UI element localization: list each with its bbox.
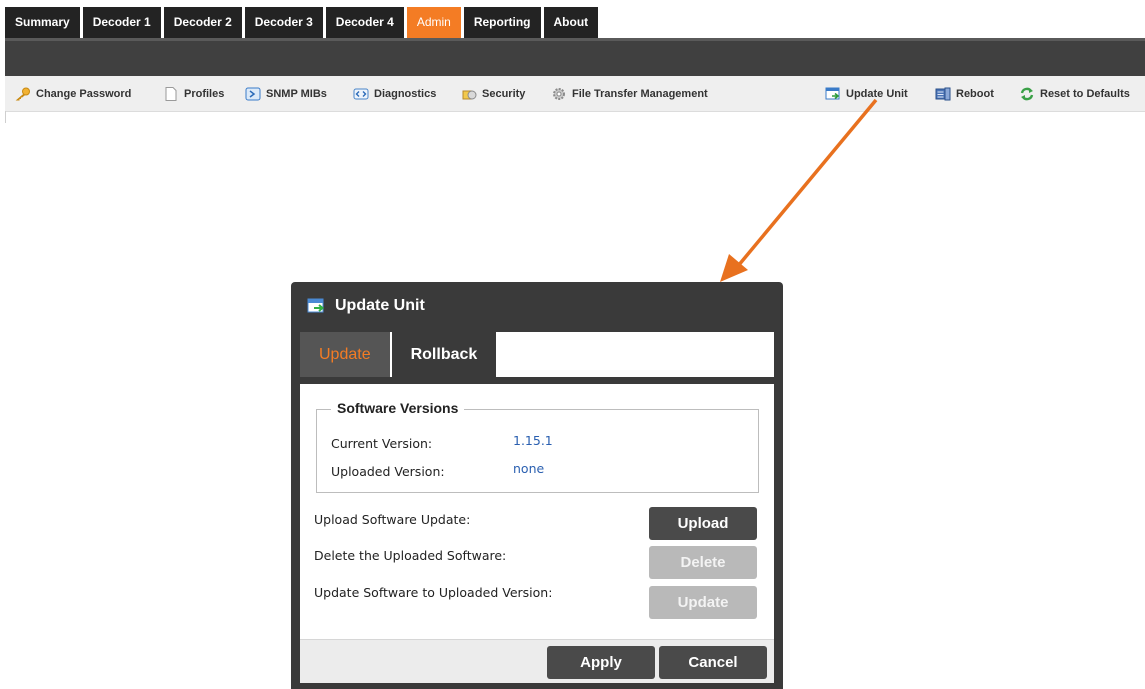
software-versions-group: Software Versions Current Version: 1.15.… (316, 400, 759, 493)
update-label: Update Software to Uploaded Version: (314, 585, 553, 600)
file-transfer-label: File Transfer Management (572, 88, 708, 100)
profiles-label: Profiles (184, 88, 225, 100)
tab-rollback[interactable]: Rollback (391, 332, 497, 377)
reboot-link[interactable]: Reboot (935, 86, 994, 102)
dialog-title: Update Unit (307, 296, 425, 316)
update-unit-link[interactable]: Update Unit (825, 86, 908, 102)
apply-button[interactable]: Apply (547, 646, 655, 679)
current-version-value: 1.15.1 (513, 433, 553, 448)
diagnostics-label: Diagnostics (374, 88, 437, 100)
key-icon (15, 87, 30, 101)
tab-reporting[interactable]: Reporting (463, 7, 541, 38)
delete-label: Delete the Uploaded Software: (314, 548, 507, 563)
snmp-mibs-link[interactable]: SNMP MIBs (245, 86, 327, 102)
tab-update[interactable]: Update (300, 332, 390, 377)
update-unit-label: Update Unit (846, 88, 908, 100)
software-versions-legend: Software Versions (331, 400, 465, 416)
snmp-icon (245, 87, 261, 101)
tab-about[interactable]: About (543, 7, 599, 38)
snmp-mibs-label: SNMP MIBs (266, 88, 327, 100)
header-band (5, 41, 1145, 76)
uploaded-version-label: Uploaded Version: (331, 464, 445, 479)
tab-decoder-4[interactable]: Decoder 4 (325, 7, 404, 38)
refresh-icon (1020, 87, 1034, 101)
update-unit-icon (825, 87, 840, 100)
server-icon (935, 87, 951, 101)
dialog-footer: Apply Cancel (300, 639, 774, 683)
tab-decoder-1[interactable]: Decoder 1 (82, 7, 161, 38)
update-unit-icon (307, 298, 325, 313)
tab-content-divider (300, 377, 774, 384)
security-link[interactable]: Security (461, 86, 525, 102)
cancel-button[interactable]: Cancel (659, 646, 767, 679)
dialog-title-text: Update Unit (335, 297, 425, 314)
file-transfer-link[interactable]: File Transfer Management (551, 86, 708, 102)
dialog-tabs: Update Rollback (300, 332, 497, 377)
reboot-label: Reboot (956, 88, 994, 100)
security-icon (462, 90, 477, 100)
profiles-link[interactable]: Profiles (163, 86, 224, 102)
admin-toolbar: Change Password Profiles SNMP MIBs Diagn… (5, 76, 1145, 112)
update-button[interactable]: Update (649, 586, 757, 619)
delete-button[interactable]: Delete (649, 546, 757, 579)
tab-admin[interactable]: Admin (406, 7, 461, 38)
change-password-link[interactable]: Change Password (15, 86, 131, 102)
tab-decoder-3[interactable]: Decoder 3 (244, 7, 323, 38)
diagnostics-link[interactable]: Diagnostics (353, 86, 436, 102)
document-icon (165, 87, 177, 101)
upload-label: Upload Software Update: (314, 512, 471, 527)
upload-button[interactable]: Upload (649, 507, 757, 540)
dialog-body: Update Rollback Software Versions Curren… (300, 332, 774, 683)
uploaded-version-value: none (513, 461, 545, 476)
update-unit-dialog: Update Unit Update Rollback Software Ver… (291, 282, 783, 689)
page-edge (5, 111, 6, 123)
reset-defaults-label: Reset to Defaults (1040, 88, 1130, 100)
tab-decoder-2[interactable]: Decoder 2 (163, 7, 242, 38)
gear-icon (553, 88, 565, 100)
reset-defaults-link[interactable]: Reset to Defaults (1019, 86, 1130, 102)
current-version-label: Current Version: (331, 436, 433, 451)
change-password-label: Change Password (36, 88, 132, 100)
diagnostics-icon (353, 88, 369, 100)
security-label: Security (482, 88, 526, 100)
tab-summary[interactable]: Summary (5, 7, 80, 38)
main-tabs: Summary Decoder 1 Decoder 2 Decoder 3 De… (5, 7, 599, 38)
